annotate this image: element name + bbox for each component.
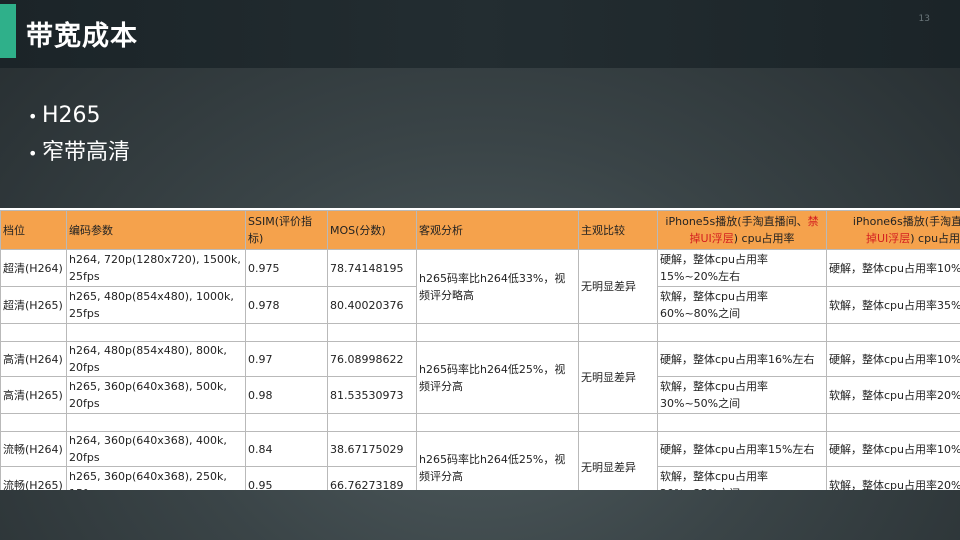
- bullet-dot-icon: •: [28, 144, 38, 163]
- cell-cpu6s: 硬解，整体cpu占用率10%: [826, 249, 960, 287]
- comparison-table-container: 档位 编码参数 SSIM(评价指标) MOS(分数) 客观分析 主观比较 iPh…: [0, 208, 960, 490]
- cell-level: 超清(H265): [0, 286, 67, 324]
- table-row: 流畅(H264) h264, 360p(640x368), 400k, 20fp…: [0, 431, 960, 490]
- header-text: iPhone6s播放(手淘直播间: [852, 215, 960, 228]
- cell-cpu5s: 硬解，整体cpu占用率15%~20%左右: [657, 249, 827, 287]
- header-highlight-text: 掉UI浮层: [865, 232, 911, 245]
- header-text: iPhone5s播放(手淘直播间、: [665, 215, 808, 228]
- cell-analysis: h265码率比h264低33%，视频评分略高: [416, 249, 579, 324]
- cell-subjective: 无明显差异: [578, 341, 658, 414]
- cell-level: 流畅(H265): [0, 466, 67, 490]
- cell-cpu5s: 硬解，整体cpu占用率16%左右: [657, 341, 827, 377]
- cell-cpu6s: 硬解，整体cpu占用率10%: [826, 341, 960, 377]
- bullet-text: 窄带高清: [42, 140, 131, 165]
- bullet-text: H265: [42, 103, 101, 128]
- bullet-list: • H265 • 窄带高清: [28, 98, 130, 172]
- cell-params: h265, 360p(640x368), 250k, 15fps: [66, 466, 246, 490]
- table-spacer-row: [0, 413, 960, 432]
- cell-mos: 76.08998622: [327, 341, 417, 377]
- cell-cpu6s: 软解，整体cpu占用率20%之间: [826, 376, 960, 414]
- cell-params: h265, 480p(854x480), 1000k, 25fps: [66, 286, 246, 324]
- cell-mos: 81.53530973: [327, 376, 417, 414]
- cell-subjective: 无明显差异: [578, 431, 658, 490]
- bullet-item: • H265: [28, 98, 130, 135]
- cell-analysis: h265码率比h264低25%，视频评分高: [416, 341, 579, 414]
- table-header-row: 档位 编码参数 SSIM(评价指标) MOS(分数) 客观分析 主观比较 iPh…: [0, 210, 960, 250]
- slide-title: 带宽成本: [26, 21, 138, 52]
- title-bar: 带宽成本 13: [0, 0, 960, 68]
- cell-cpu6s: 软解，整体cpu占用率35%之间: [826, 286, 960, 324]
- cell-params: h264, 480p(854x480), 800k, 20fps: [66, 341, 246, 377]
- cell-params: h264, 720p(1280x720), 1500k, 25fps: [66, 249, 246, 287]
- cell-ssim: 0.97: [245, 341, 328, 377]
- cell-params: h265, 360p(640x368), 500k, 20fps: [66, 376, 246, 414]
- cell-ssim: 0.975: [245, 249, 328, 287]
- cell-ssim: 0.978: [245, 286, 328, 324]
- cell-mos: 78.74148195: [327, 249, 417, 287]
- cell-mos: 66.76273189: [327, 466, 417, 490]
- header-iphone6s-cpu: iPhone6s播放(手淘直播间掉UI浮层) cpu占用率: [826, 210, 960, 250]
- cell-cpu5s: 软解，整体cpu占用率20%~25%之间: [657, 466, 827, 490]
- header-text: ) cpu占用率: [733, 232, 795, 245]
- cell-level: 流畅(H264): [0, 431, 67, 467]
- cell-params: h264, 360p(640x368), 400k, 20fps: [66, 431, 246, 467]
- header-level: 档位: [0, 210, 67, 250]
- cell-ssim: 0.84: [245, 431, 328, 467]
- header-subjective: 主观比较: [578, 210, 658, 250]
- header-text: ) cpu占用率: [910, 232, 960, 245]
- cell-subjective: 无明显差异: [578, 249, 658, 324]
- title-accent-bar: [0, 4, 16, 58]
- page-number: 13: [918, 14, 930, 24]
- cell-level: 高清(H264): [0, 341, 67, 377]
- cell-level: 超清(H264): [0, 249, 67, 287]
- table-row: 超清(H264) h264, 720p(1280x720), 1500k, 25…: [0, 249, 960, 324]
- cell-mos: 80.40020376: [327, 286, 417, 324]
- header-params: 编码参数: [66, 210, 246, 250]
- header-mos: MOS(分数): [327, 210, 417, 250]
- header-ssim: SSIM(评价指标): [245, 210, 328, 250]
- cell-analysis: h265码率比h264低25%，视频评分高: [416, 431, 579, 490]
- cell-cpu6s: 硬解，整体cpu占用率10%: [826, 431, 960, 467]
- table-row: 高清(H264) h264, 480p(854x480), 800k, 20fp…: [0, 341, 960, 414]
- comparison-table: 档位 编码参数 SSIM(评价指标) MOS(分数) 客观分析 主观比较 iPh…: [0, 210, 960, 490]
- bullet-dot-icon: •: [28, 107, 38, 126]
- cell-cpu6s: 软解，整体cpu占用率20%之间: [826, 466, 960, 490]
- table-spacer-row: [0, 323, 960, 342]
- cell-cpu5s: 硬解，整体cpu占用率15%左右: [657, 431, 827, 467]
- header-analysis: 客观分析: [416, 210, 579, 250]
- cell-cpu5s: 软解，整体cpu占用率30%~50%之间: [657, 376, 827, 414]
- header-iphone5s-cpu: iPhone5s播放(手淘直播间、禁掉UI浮层) cpu占用率: [657, 210, 827, 250]
- cell-cpu5s: 软解，整体cpu占用率60%~80%之间: [657, 286, 827, 324]
- cell-ssim: 0.98: [245, 376, 328, 414]
- bullet-item: • 窄带高清: [28, 135, 130, 172]
- cell-level: 高清(H265): [0, 376, 67, 414]
- cell-ssim: 0.95: [245, 466, 328, 490]
- cell-mos: 38.67175029: [327, 431, 417, 467]
